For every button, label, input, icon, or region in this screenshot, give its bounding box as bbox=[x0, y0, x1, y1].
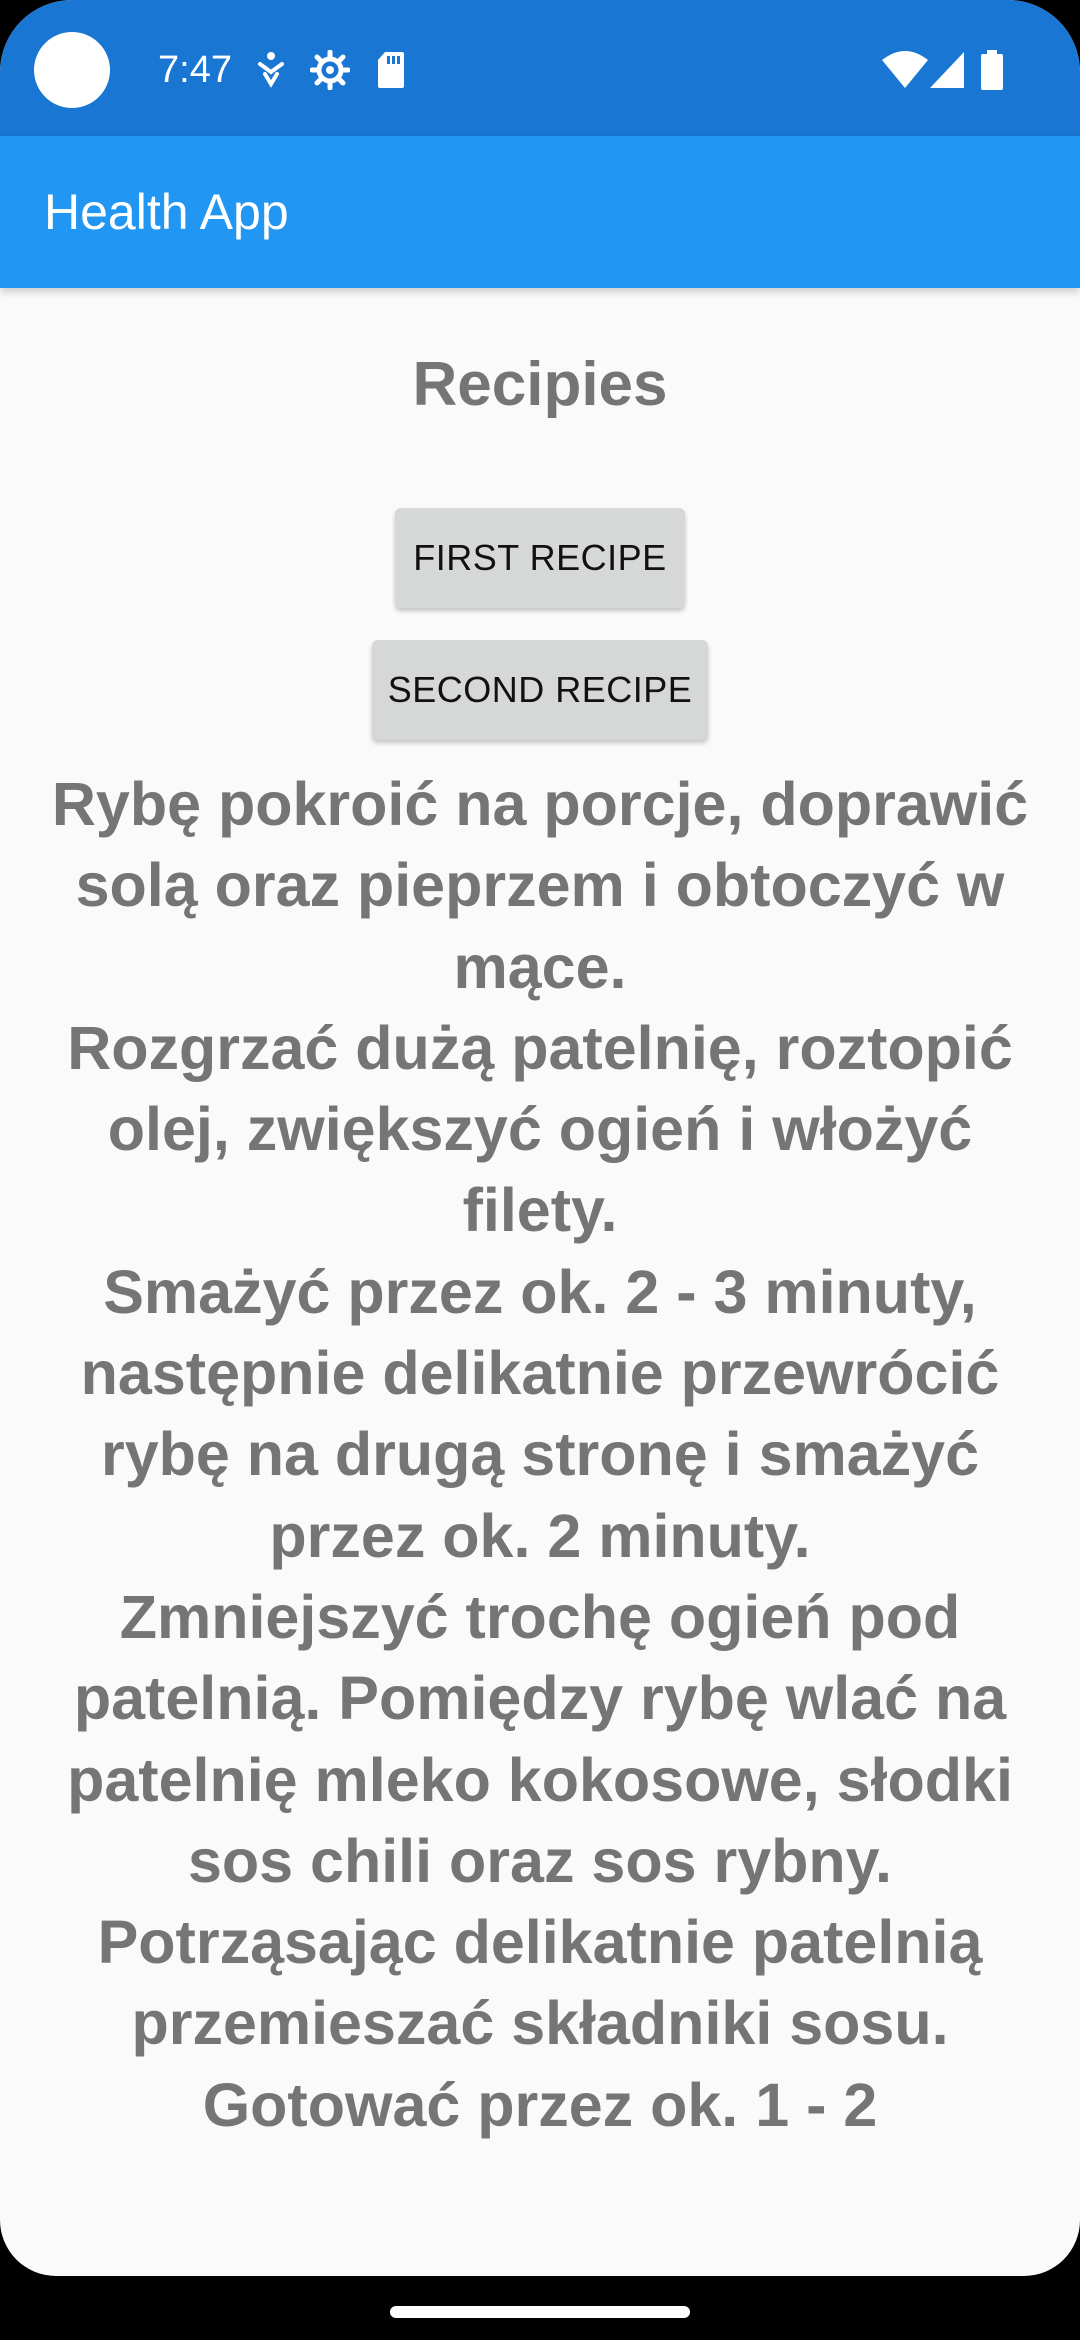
accessibility-icon bbox=[258, 52, 284, 88]
app-title: Health App bbox=[44, 184, 289, 240]
camera-cutout bbox=[34, 32, 110, 108]
first-recipe-button[interactable]: FIRST RECIPE bbox=[395, 508, 685, 608]
battery-icon bbox=[981, 50, 1003, 90]
gesture-nav-handle[interactable] bbox=[390, 2306, 690, 2318]
second-recipe-button[interactable]: SECOND RECIPE bbox=[372, 640, 708, 740]
status-bar: 7:47 bbox=[0, 0, 1080, 136]
sd-card-icon bbox=[378, 52, 404, 88]
phone-frame: 7:47 Health App Recipies FIRST RECIPE SE… bbox=[0, 0, 1080, 2340]
screen: 7:47 Health App Recipies FIRST RECIPE SE… bbox=[0, 0, 1080, 2276]
status-time: 7:47 bbox=[158, 49, 232, 91]
settings-gear-icon bbox=[310, 50, 350, 90]
main-content[interactable]: Recipies FIRST RECIPE SECOND RECIPE Rybę… bbox=[0, 288, 1080, 2276]
recipe-text: Rybę pokroić na porcje, doprawić solą or… bbox=[51, 770, 1029, 2139]
wifi-icon bbox=[882, 51, 928, 88]
cell-signal-icon bbox=[930, 52, 964, 88]
app-bar: Health App bbox=[0, 136, 1080, 288]
page-title: Recipies bbox=[412, 350, 668, 419]
